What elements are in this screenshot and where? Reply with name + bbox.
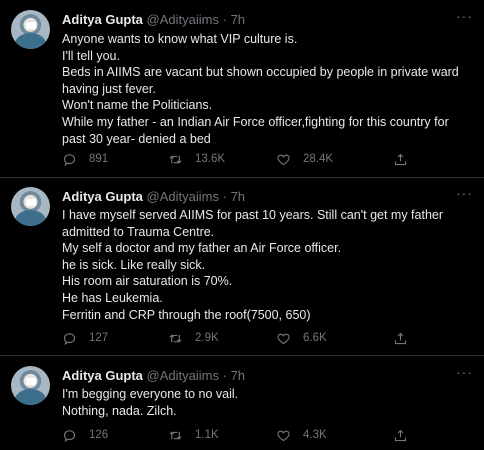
tweet-line: Beds in AIIMS are vacant but shown occup… [62,65,459,80]
share-button[interactable] [393,151,408,167]
reply-count: 891 [89,153,109,165]
separator: · [222,368,227,383]
avatar-figure [15,210,46,226]
tweet-header: Aditya Gupta @Adityaiims · 7h [62,367,245,384]
reply-icon [63,429,76,442]
share-icon [394,153,407,165]
tweet-line: His room air saturation is 70%. [62,274,233,289]
tweet-text: Anyone wants to know what VIP culture is… [62,31,472,147]
reply-icon [63,153,76,166]
author-handle[interactable]: @Adityaiims [147,12,219,27]
tweet-header: Aditya Gupta @Adityaiims · 7h [62,11,245,28]
tweet-line: I'm begging everyone to no vail. [62,387,239,401]
avatar-mask [26,378,36,385]
tweet[interactable]: Aditya Gupta @Adityaiims · 7h ··· I'm be… [0,356,484,450]
avatar-mask [26,199,36,206]
avatar[interactable] [11,10,50,49]
tweet[interactable]: Aditya Gupta @Adityaiims · 7h ··· Anyone… [0,0,484,170]
more-options-icon[interactable]: ··· [456,8,473,24]
tweet-actions: 891 13.6K 28.4K [62,151,422,167]
retweet-count: 13.6K [195,153,226,165]
tweet-header: Aditya Gupta @Adityaiims · 7h [62,188,245,205]
author-name[interactable]: Aditya Gupta [62,189,143,204]
tweet-actions: 127 2.9K 6.6K [62,330,422,346]
tweet-line: I'll tell you. [62,48,120,63]
retweet-button[interactable]: 1.1K [168,427,219,443]
tweet-time[interactable]: 7h [231,368,245,383]
heart-icon [277,154,290,165]
retweet-icon [169,431,182,439]
tweet-line: I have myself served AIIMS for past 10 y… [62,208,444,222]
share-icon [394,429,407,441]
like-button[interactable]: 4.3K [276,427,327,443]
reply-button[interactable]: 127 [62,330,108,346]
retweet-count: 1.1K [195,429,219,441]
author-handle[interactable]: @Adityaiims [147,189,219,204]
tweet-line: My self a doctor and my father an Air Fo… [62,241,342,256]
tweet-line: having just fever. [62,81,156,96]
avatar-figure [15,33,46,49]
retweet-icon [169,155,182,163]
tweet-actions: 126 1.1K 4.3K [62,427,422,443]
reply-button[interactable]: 126 [62,427,108,443]
retweet-icon [169,334,182,342]
tweet-line: Won't name the Politicians. [62,98,213,113]
author-handle[interactable]: @Adityaiims [147,368,219,383]
tweet-line: he is sick. Like really sick. [62,257,206,272]
tweet[interactable]: Aditya Gupta @Adityaiims · 7h ··· I have… [0,178,484,350]
more-options-icon[interactable]: ··· [456,364,473,380]
retweet-button[interactable]: 13.6K [168,151,225,167]
reply-icon [63,332,76,345]
avatar-mask [26,22,36,29]
tweet-line: Anyone wants to know what VIP culture is… [62,32,298,46]
tweet-text: I have myself served AIIMS for past 10 y… [62,207,472,323]
separator: · [222,12,227,27]
avatar[interactable] [11,187,50,226]
tweet-line: While my father - an Indian Air Force of… [62,114,449,129]
tweet-line: past 30 year- denied a bed [62,131,211,146]
more-options-icon[interactable]: ··· [456,185,473,201]
tweet-line: admitted to Trauma Centre. [62,224,215,239]
like-count: 4.3K [303,429,327,441]
tweet-time[interactable]: 7h [231,189,245,204]
retweet-button[interactable]: 2.9K [168,330,219,346]
reply-button[interactable]: 891 [62,151,108,167]
reply-count: 127 [89,332,109,344]
like-count: 6.6K [303,332,327,344]
separator: · [222,189,227,204]
tweet-text: I'm begging everyone to no vail. Nothing… [62,386,472,419]
like-count: 28.4K [303,153,334,165]
heart-icon [277,430,290,441]
tweet-thread: Aditya Gupta @Adityaiims · 7h ··· Anyone… [0,0,484,450]
retweet-count: 2.9K [195,332,219,344]
share-button[interactable] [393,330,408,346]
tweet-line: Nothing, nada. Zilch. [62,403,177,418]
share-button[interactable] [393,427,408,443]
tweet-line: He has Leukemia. [62,290,163,305]
heart-icon [277,333,290,344]
author-name[interactable]: Aditya Gupta [62,368,143,383]
avatar[interactable] [11,366,50,405]
share-icon [394,332,407,344]
tweet-line: Ferritin and CRP through the roof(7500, … [62,307,311,322]
avatar-figure [15,389,46,405]
reply-count: 126 [89,429,109,441]
like-button[interactable]: 28.4K [276,151,333,167]
like-button[interactable]: 6.6K [276,330,327,346]
author-name[interactable]: Aditya Gupta [62,12,143,27]
tweet-time[interactable]: 7h [231,12,245,27]
